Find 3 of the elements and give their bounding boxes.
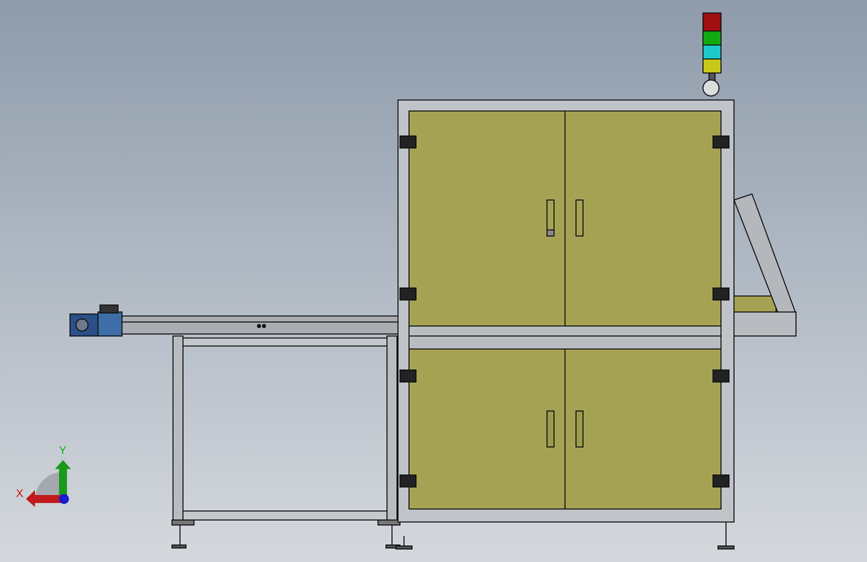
axis-triad-drawing xyxy=(26,460,71,507)
y-axis-label: Y xyxy=(59,445,66,457)
x-axis-label: X xyxy=(16,488,24,500)
